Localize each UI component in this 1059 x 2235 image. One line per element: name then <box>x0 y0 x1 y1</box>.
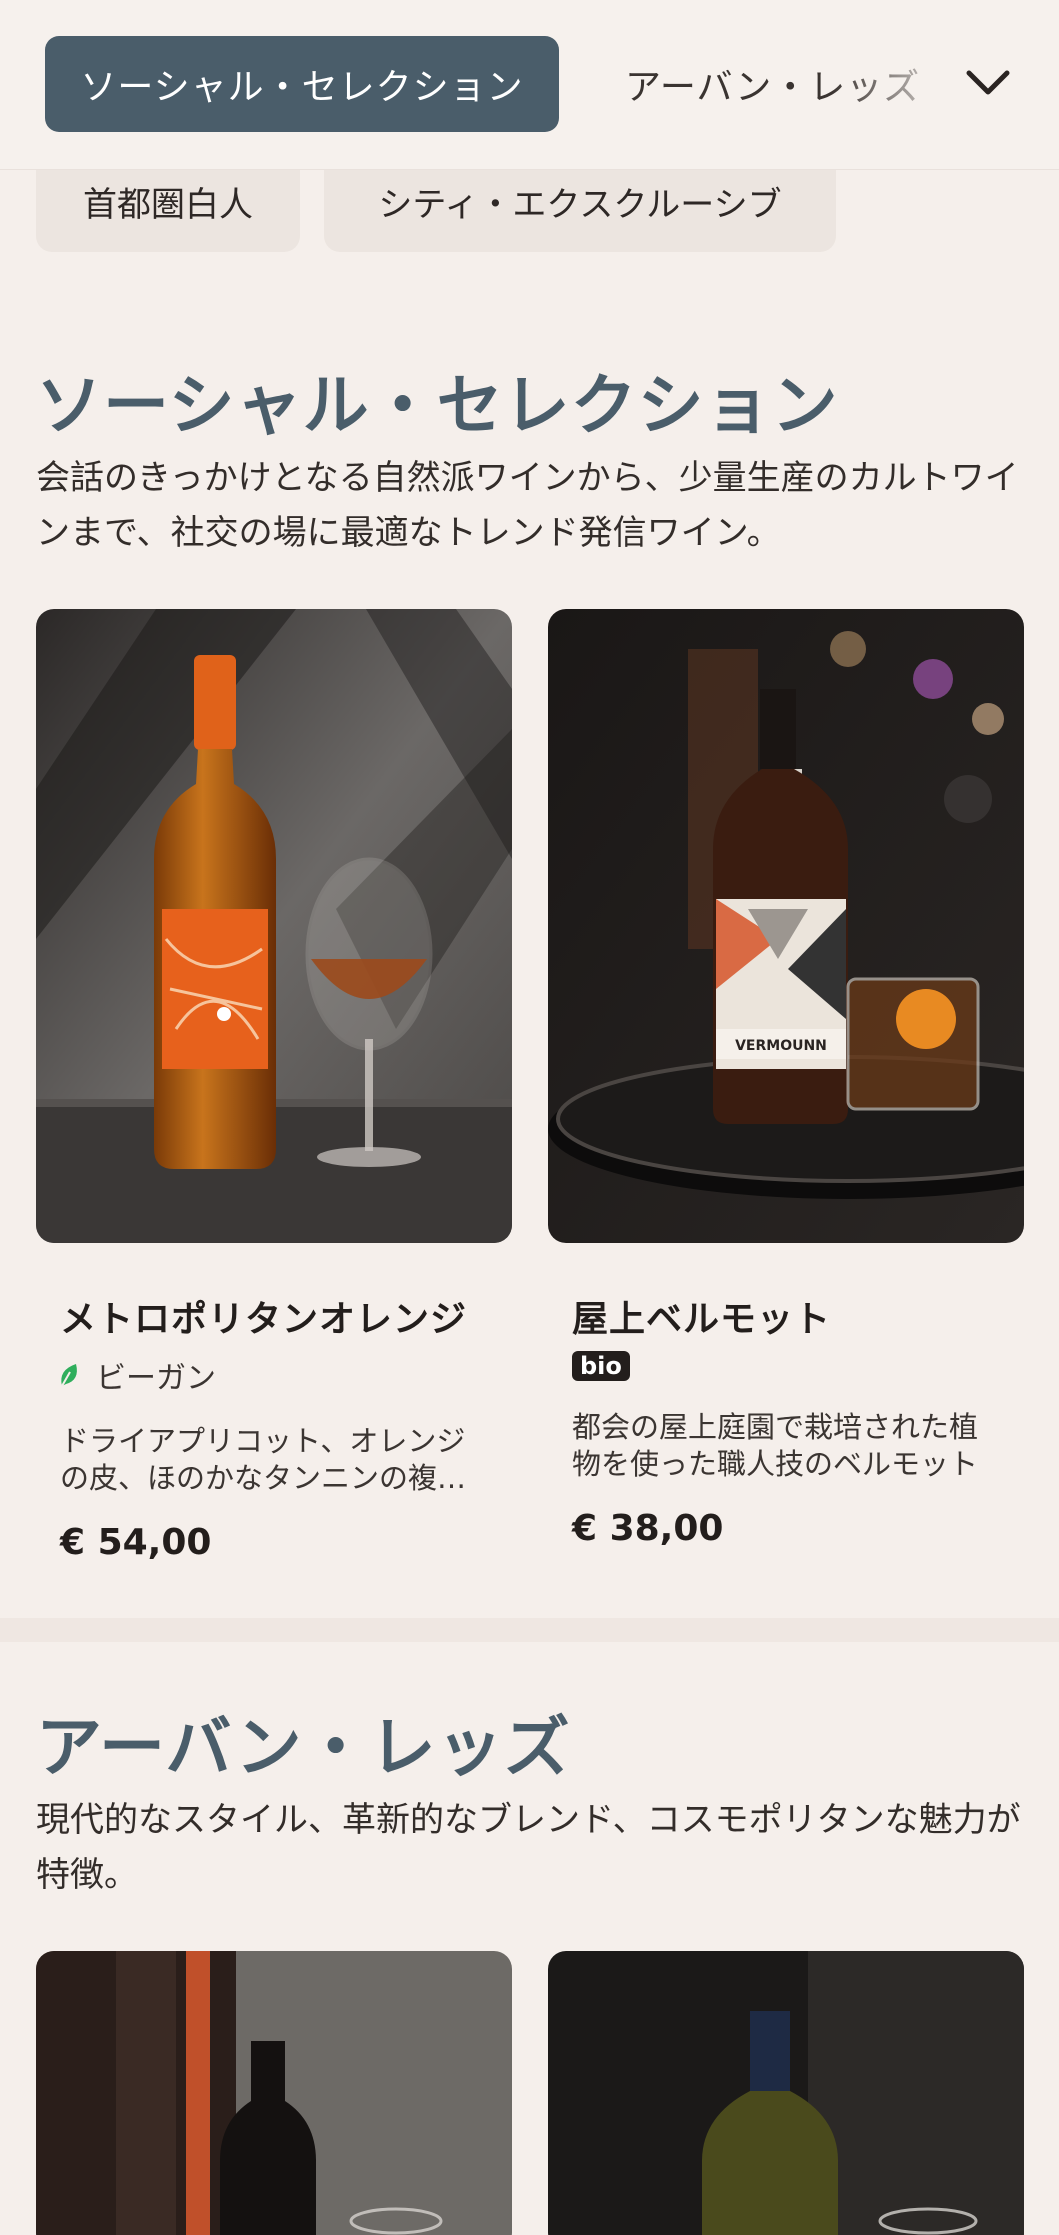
section-description-urban-reds: 現代的なスタイル、革新的なブレンド、コスモポリタンな魅力が特徴。 <box>36 1800 1021 1895</box>
section-title-urban-reds: アーバン・レッズ <box>36 1709 571 1786</box>
orange-wine-bottle-photo <box>36 609 512 1243</box>
section-title-social: ソーシャル・セレクション <box>36 367 839 444</box>
tab-urban-reds[interactable]: アーバン・レッズ <box>625 36 920 132</box>
product-image-rooftop-vermouth[interactable]: VERMOUNN <box>548 609 1024 1243</box>
red-wine-bottle-photo <box>36 1951 512 2235</box>
tab-social-selection[interactable]: ソーシャル・セレクション <box>45 36 559 132</box>
bio-badge: bio <box>572 1351 630 1381</box>
chip-label: シティ・エクスクルーシブ <box>378 184 782 225</box>
chevron-down-icon <box>966 70 1010 95</box>
product-price: € 54,00 <box>60 1522 212 1563</box>
product-description: ドライアプリコット、オレンジの皮、ほのかなタンニンの複雑な味わい <box>60 1424 467 1495</box>
product-description: 都会の屋上庭園で栽培された植物を使った職人技のベルモット <box>572 1410 979 1481</box>
product-image-metropolitan-orange[interactable] <box>36 609 512 1243</box>
leaf-icon <box>61 1364 77 1387</box>
vermouth-bottle-photo: VERMOUNN <box>548 609 1024 1243</box>
category-nav: ソーシャル・セレクション アーバン・レッズ <box>0 0 1059 170</box>
white-wine-bottle-photo <box>548 1951 1024 2235</box>
tag-label: ビーガン <box>96 1361 216 1396</box>
product-image-red-2[interactable] <box>548 1951 1024 2235</box>
product-price: € 38,00 <box>572 1508 724 1549</box>
product-name[interactable]: 屋上ベルモット <box>572 1290 831 1342</box>
product-image-red-1[interactable] <box>36 1951 512 2235</box>
product-name[interactable]: メトロポリタンオレンジ <box>60 1290 467 1342</box>
section-description-social: 会話のきっかけとなる自然派ワインから、少量生産のカルトワインまで、社交の場に最適… <box>36 458 1019 553</box>
section-divider <box>0 1618 1059 1642</box>
expand-categories-button[interactable] <box>960 58 1016 108</box>
vegan-tag: ビーガン <box>58 1353 216 1397</box>
chip-label: 首都圏白人 <box>83 184 253 225</box>
bottle-label-text: VERMOUNN <box>735 1038 827 1054</box>
